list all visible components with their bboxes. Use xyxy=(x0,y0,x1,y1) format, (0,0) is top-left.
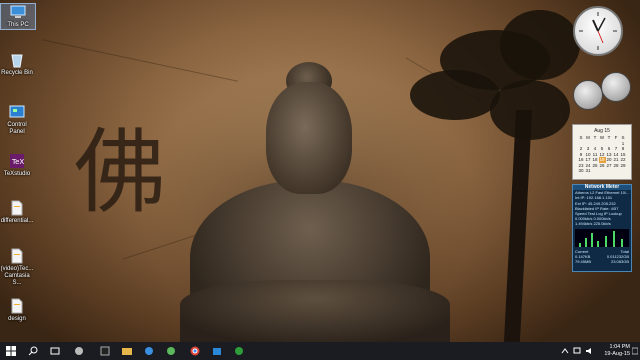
day xyxy=(592,168,599,174)
store-icon[interactable] xyxy=(208,342,226,360)
calendar-gadget[interactable]: Aug 15 SMTWTFS 1 2345678 9 10 11 12 13 14 15 1… xyxy=(572,124,632,180)
day: 29 xyxy=(620,162,626,168)
recycle-bin-icon xyxy=(8,52,26,68)
desktop-icon-recycle-bin[interactable]: Recycle Bin xyxy=(0,52,34,77)
icon-label: Recycle Bin xyxy=(1,70,33,76)
calendar-month: Aug 15 xyxy=(594,128,610,134)
day: 22 xyxy=(620,157,626,163)
buddha-lap xyxy=(180,280,450,342)
icon-label: This PC xyxy=(7,22,29,28)
tree-canopy xyxy=(490,80,570,140)
desktop-icon-control-panel[interactable]: Control Panel xyxy=(0,104,34,136)
cpu-meter-gadget[interactable] xyxy=(573,80,603,110)
app-green-icon[interactable] xyxy=(230,342,248,360)
day: 24 xyxy=(585,162,591,168)
day: 25 xyxy=(592,162,598,168)
desktop-icon-design[interactable]: design xyxy=(0,298,34,323)
calendar-grid: SMTWTFS 1 2345678 9 10 11 12 13 14 15 16 17 18 19… xyxy=(578,135,627,174)
day: 10 xyxy=(585,151,591,157)
folder-icon[interactable] xyxy=(118,342,136,360)
tree-canopy xyxy=(500,10,580,80)
computer-icon xyxy=(9,4,27,20)
current-down: 79.45MB xyxy=(575,259,592,265)
document-icon xyxy=(8,200,26,216)
traffic-graph xyxy=(575,228,629,247)
day: 31 xyxy=(585,168,591,174)
buddha-head xyxy=(266,82,352,194)
day xyxy=(620,168,627,174)
desktop-icon-texstudio[interactable]: TeX TeXstudio xyxy=(0,153,34,178)
day: 13 xyxy=(606,151,612,157)
day xyxy=(599,168,606,174)
day: 17 xyxy=(585,157,591,163)
clock-gadget[interactable] xyxy=(573,6,623,56)
control-panel-icon xyxy=(8,104,26,120)
task-view-icon[interactable] xyxy=(46,342,64,360)
texstudio-icon: TeX xyxy=(8,153,26,169)
day: 16 xyxy=(578,157,584,163)
day: 20 xyxy=(606,157,612,163)
day: 28 xyxy=(613,162,619,168)
icon-label: Control Panel xyxy=(7,122,27,135)
day: 18 xyxy=(592,157,598,163)
day: 30 xyxy=(578,168,584,174)
day: 27 xyxy=(606,162,612,168)
document-icon xyxy=(8,248,26,264)
desktop-icon-video-tec[interactable]: (video)Tec... Camtasia S... xyxy=(0,248,34,287)
document-icon xyxy=(8,298,26,314)
network-meter-gadget[interactable]: Network Meter Atheros L2 Fast Ethernet 1… xyxy=(572,184,632,272)
icon-label: (video)Tec... Camtasia S... xyxy=(0,266,34,286)
terminal-icon[interactable] xyxy=(96,342,114,360)
edge-icon[interactable] xyxy=(70,342,88,360)
taskbar-time[interactable]: 1:04 PM xyxy=(596,344,630,350)
day: 15 xyxy=(620,151,626,157)
wallpaper-character: 佛 xyxy=(74,119,167,226)
chrome-icon[interactable] xyxy=(186,342,204,360)
total-down: 23.083GB xyxy=(610,259,629,265)
notification-icon[interactable] xyxy=(632,342,638,360)
icon-label: differential... xyxy=(0,218,34,224)
search-icon[interactable] xyxy=(24,342,42,360)
icon-label: design xyxy=(8,316,26,322)
desktop-icon-differential[interactable]: differential... xyxy=(0,200,34,225)
start-icon[interactable] xyxy=(2,342,20,360)
day: 23 xyxy=(578,162,584,168)
day-today: 19 xyxy=(598,157,606,163)
day: 14 xyxy=(613,151,619,157)
ie-icon[interactable] xyxy=(140,342,158,360)
tree-trunk xyxy=(503,110,533,342)
browser-icon[interactable] xyxy=(162,342,180,360)
day: 26 xyxy=(599,162,605,168)
day xyxy=(613,168,620,174)
taskbar-date[interactable]: 19-Aug-15 xyxy=(596,351,630,357)
day: 12 xyxy=(599,151,605,157)
svg-text:TeX: TeX xyxy=(11,158,24,166)
memory-meter-gadget[interactable] xyxy=(601,72,631,102)
day xyxy=(606,168,613,174)
icon-label: TeXstudio xyxy=(3,171,31,177)
download-speed: 1.494kb/s 225.0kb/s xyxy=(575,221,611,227)
desktop-icon-this-pc[interactable]: This PC xyxy=(0,3,36,30)
tree-canopy xyxy=(410,70,500,120)
taskbar: 1:04 PM 19-Aug-15 xyxy=(0,342,640,360)
desktop-wallpaper: 佛 xyxy=(0,0,640,342)
day: 21 xyxy=(613,157,619,163)
